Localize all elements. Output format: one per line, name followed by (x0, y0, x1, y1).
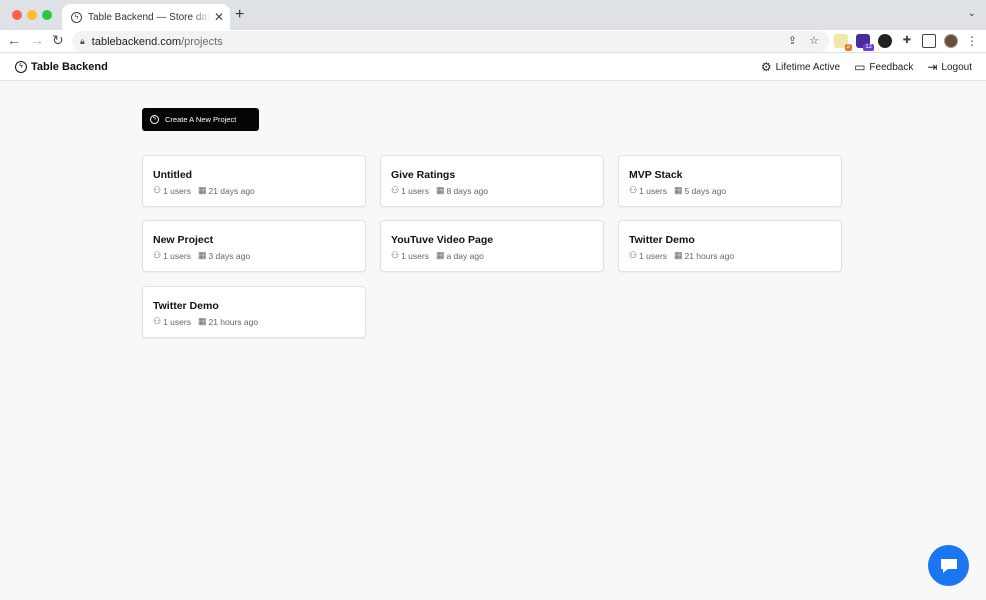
brand[interactable]: ϟ Table Backend (15, 61, 108, 73)
brand-name: Table Backend (31, 61, 108, 73)
project-users: 1 users (639, 185, 667, 196)
browser-tabstrip: ϟ Table Backend — Store data in tables ✕… (0, 0, 986, 30)
project-updated: 3 days ago (208, 250, 251, 261)
project-updated: 21 days ago (208, 185, 255, 196)
chevron-down-icon[interactable]: ⌄ (968, 8, 976, 19)
project-card[interactable]: New Project ⚇ 1 users ▦ 3 days ago (142, 220, 366, 272)
user-icon: ⚇ (629, 250, 638, 260)
project-card[interactable]: Twitter Demo ⚇ 1 users ▦ 21 hours ago (618, 220, 842, 272)
calendar-icon: ▦ (197, 250, 207, 260)
half-circle-extension-icon[interactable] (878, 34, 892, 48)
close-window-button[interactable] (12, 10, 22, 20)
project-updated: a day ago (446, 250, 484, 261)
star-icon[interactable]: ☆ (809, 34, 819, 47)
project-card[interactable]: Untitled ⚇ 1 users ▦ 21 days ago (142, 155, 366, 207)
user-icon: ⚇ (153, 250, 162, 260)
feedback-link[interactable]: ▭ Feedback (854, 60, 913, 74)
bolt-icon: ϟ (71, 11, 82, 23)
lock-icon: 🔒︎ (80, 36, 85, 46)
project-updated: 5 days ago (684, 185, 727, 196)
chat-bubble-icon (940, 558, 957, 573)
more-menu-icon[interactable]: ⋮ (966, 34, 978, 48)
project-updated: 21 hours ago (684, 250, 735, 261)
lifetime-active-label: Lifetime Active (775, 61, 841, 73)
share-icon[interactable]: ⇪ (788, 34, 797, 47)
project-name: Give Ratings (391, 169, 456, 181)
bolt-logo-icon: ϟ (15, 61, 27, 73)
user-icon: ⚇ (629, 185, 638, 195)
calendar-icon: ▦ (673, 250, 683, 260)
project-updated: 21 hours ago (208, 316, 259, 327)
project-name: Untitled (153, 169, 193, 181)
profile-avatar[interactable] (944, 34, 958, 48)
project-users: 1 users (401, 250, 429, 261)
calendar-icon: ▦ (197, 316, 207, 326)
feedback-label: Feedback (869, 61, 914, 73)
url-host: tablebackend.com (91, 35, 182, 48)
project-card[interactable]: YouTuve Video Page ⚇ 1 users ▦ a day ago (380, 220, 604, 272)
new-tab-button[interactable]: + (235, 6, 244, 24)
badge-check-icon: ⚙︎ (760, 60, 772, 74)
close-icon[interactable]: ✕ (214, 10, 224, 24)
create-project-button[interactable]: ϟ Create A New Project (142, 108, 259, 131)
puzzle-icon[interactable]: ✚ (900, 34, 914, 48)
back-arrow-icon[interactable]: ← (7, 32, 21, 48)
lifetime-active-link[interactable]: ⚙︎ Lifetime Active (761, 60, 840, 74)
logout-label: Logout (941, 61, 972, 73)
calendar-icon: ▦ (435, 185, 445, 195)
reload-icon[interactable]: ↻ (52, 32, 64, 49)
chat-support-button[interactable] (928, 545, 969, 586)
project-name: Twitter Demo (153, 300, 219, 312)
address-bar[interactable]: 🔒︎ tablebackend.com /projects ⇪ ☆ (72, 31, 829, 52)
header-links: ⚙︎ Lifetime Active ▭ Feedback ⇥ Logout (761, 60, 972, 74)
lightbulb-extension-icon[interactable]: 2 (834, 34, 852, 51)
bolt-icon: ϟ (150, 115, 159, 124)
tab-title: Table Backend — Store data in tables (88, 11, 210, 23)
sidebar-icon[interactable] (922, 34, 936, 48)
extensions-bar: 2 12 ✚ ⋮ (834, 34, 978, 51)
calendar-icon: ▦ (197, 185, 207, 195)
extension-badge: 2 (844, 44, 852, 51)
graduation-cap-extension-icon[interactable]: 12 (856, 34, 874, 51)
logout-icon: ⇥ (927, 60, 938, 74)
project-users: 1 users (163, 185, 191, 196)
project-name: New Project (153, 234, 214, 246)
url-path: /projects (181, 35, 223, 48)
project-name: YouTuve Video Page (391, 234, 494, 246)
project-name: MVP Stack (629, 169, 683, 181)
app-header: ϟ Table Backend ⚙︎ Lifetime Active ▭ Fee… (0, 54, 986, 81)
project-users: 1 users (163, 250, 191, 261)
project-users: 1 users (401, 185, 429, 196)
project-card[interactable]: Twitter Demo ⚇ 1 users ▦ 21 hours ago (142, 286, 366, 338)
browser-toolbar: ← → ↻ 🔒︎ tablebackend.com /projects ⇪ ☆ … (0, 30, 986, 53)
create-project-label: Create A New Project (165, 115, 237, 124)
project-users: 1 users (639, 250, 667, 261)
chat-bubble-icon: ▭ (854, 60, 866, 74)
minimize-window-button[interactable] (27, 10, 37, 20)
project-card[interactable]: MVP Stack ⚇ 1 users ▦ 5 days ago (618, 155, 842, 207)
user-icon: ⚇ (391, 250, 400, 260)
user-icon: ⚇ (153, 316, 162, 326)
project-name: Twitter Demo (629, 234, 695, 246)
browser-tab[interactable]: ϟ Table Backend — Store data in tables ✕ (62, 4, 230, 30)
user-icon: ⚇ (153, 185, 162, 195)
maximize-window-button[interactable] (42, 10, 52, 20)
user-icon: ⚇ (391, 185, 400, 195)
forward-arrow-icon[interactable]: → (30, 32, 44, 48)
extension-badge: 12 (863, 44, 874, 51)
project-updated: 8 days ago (446, 185, 489, 196)
calendar-icon: ▦ (673, 185, 683, 195)
project-card[interactable]: Give Ratings ⚇ 1 users ▦ 8 days ago (380, 155, 604, 207)
calendar-icon: ▦ (435, 250, 445, 260)
project-users: 1 users (163, 316, 191, 327)
logout-link[interactable]: ⇥ Logout (927, 60, 972, 74)
